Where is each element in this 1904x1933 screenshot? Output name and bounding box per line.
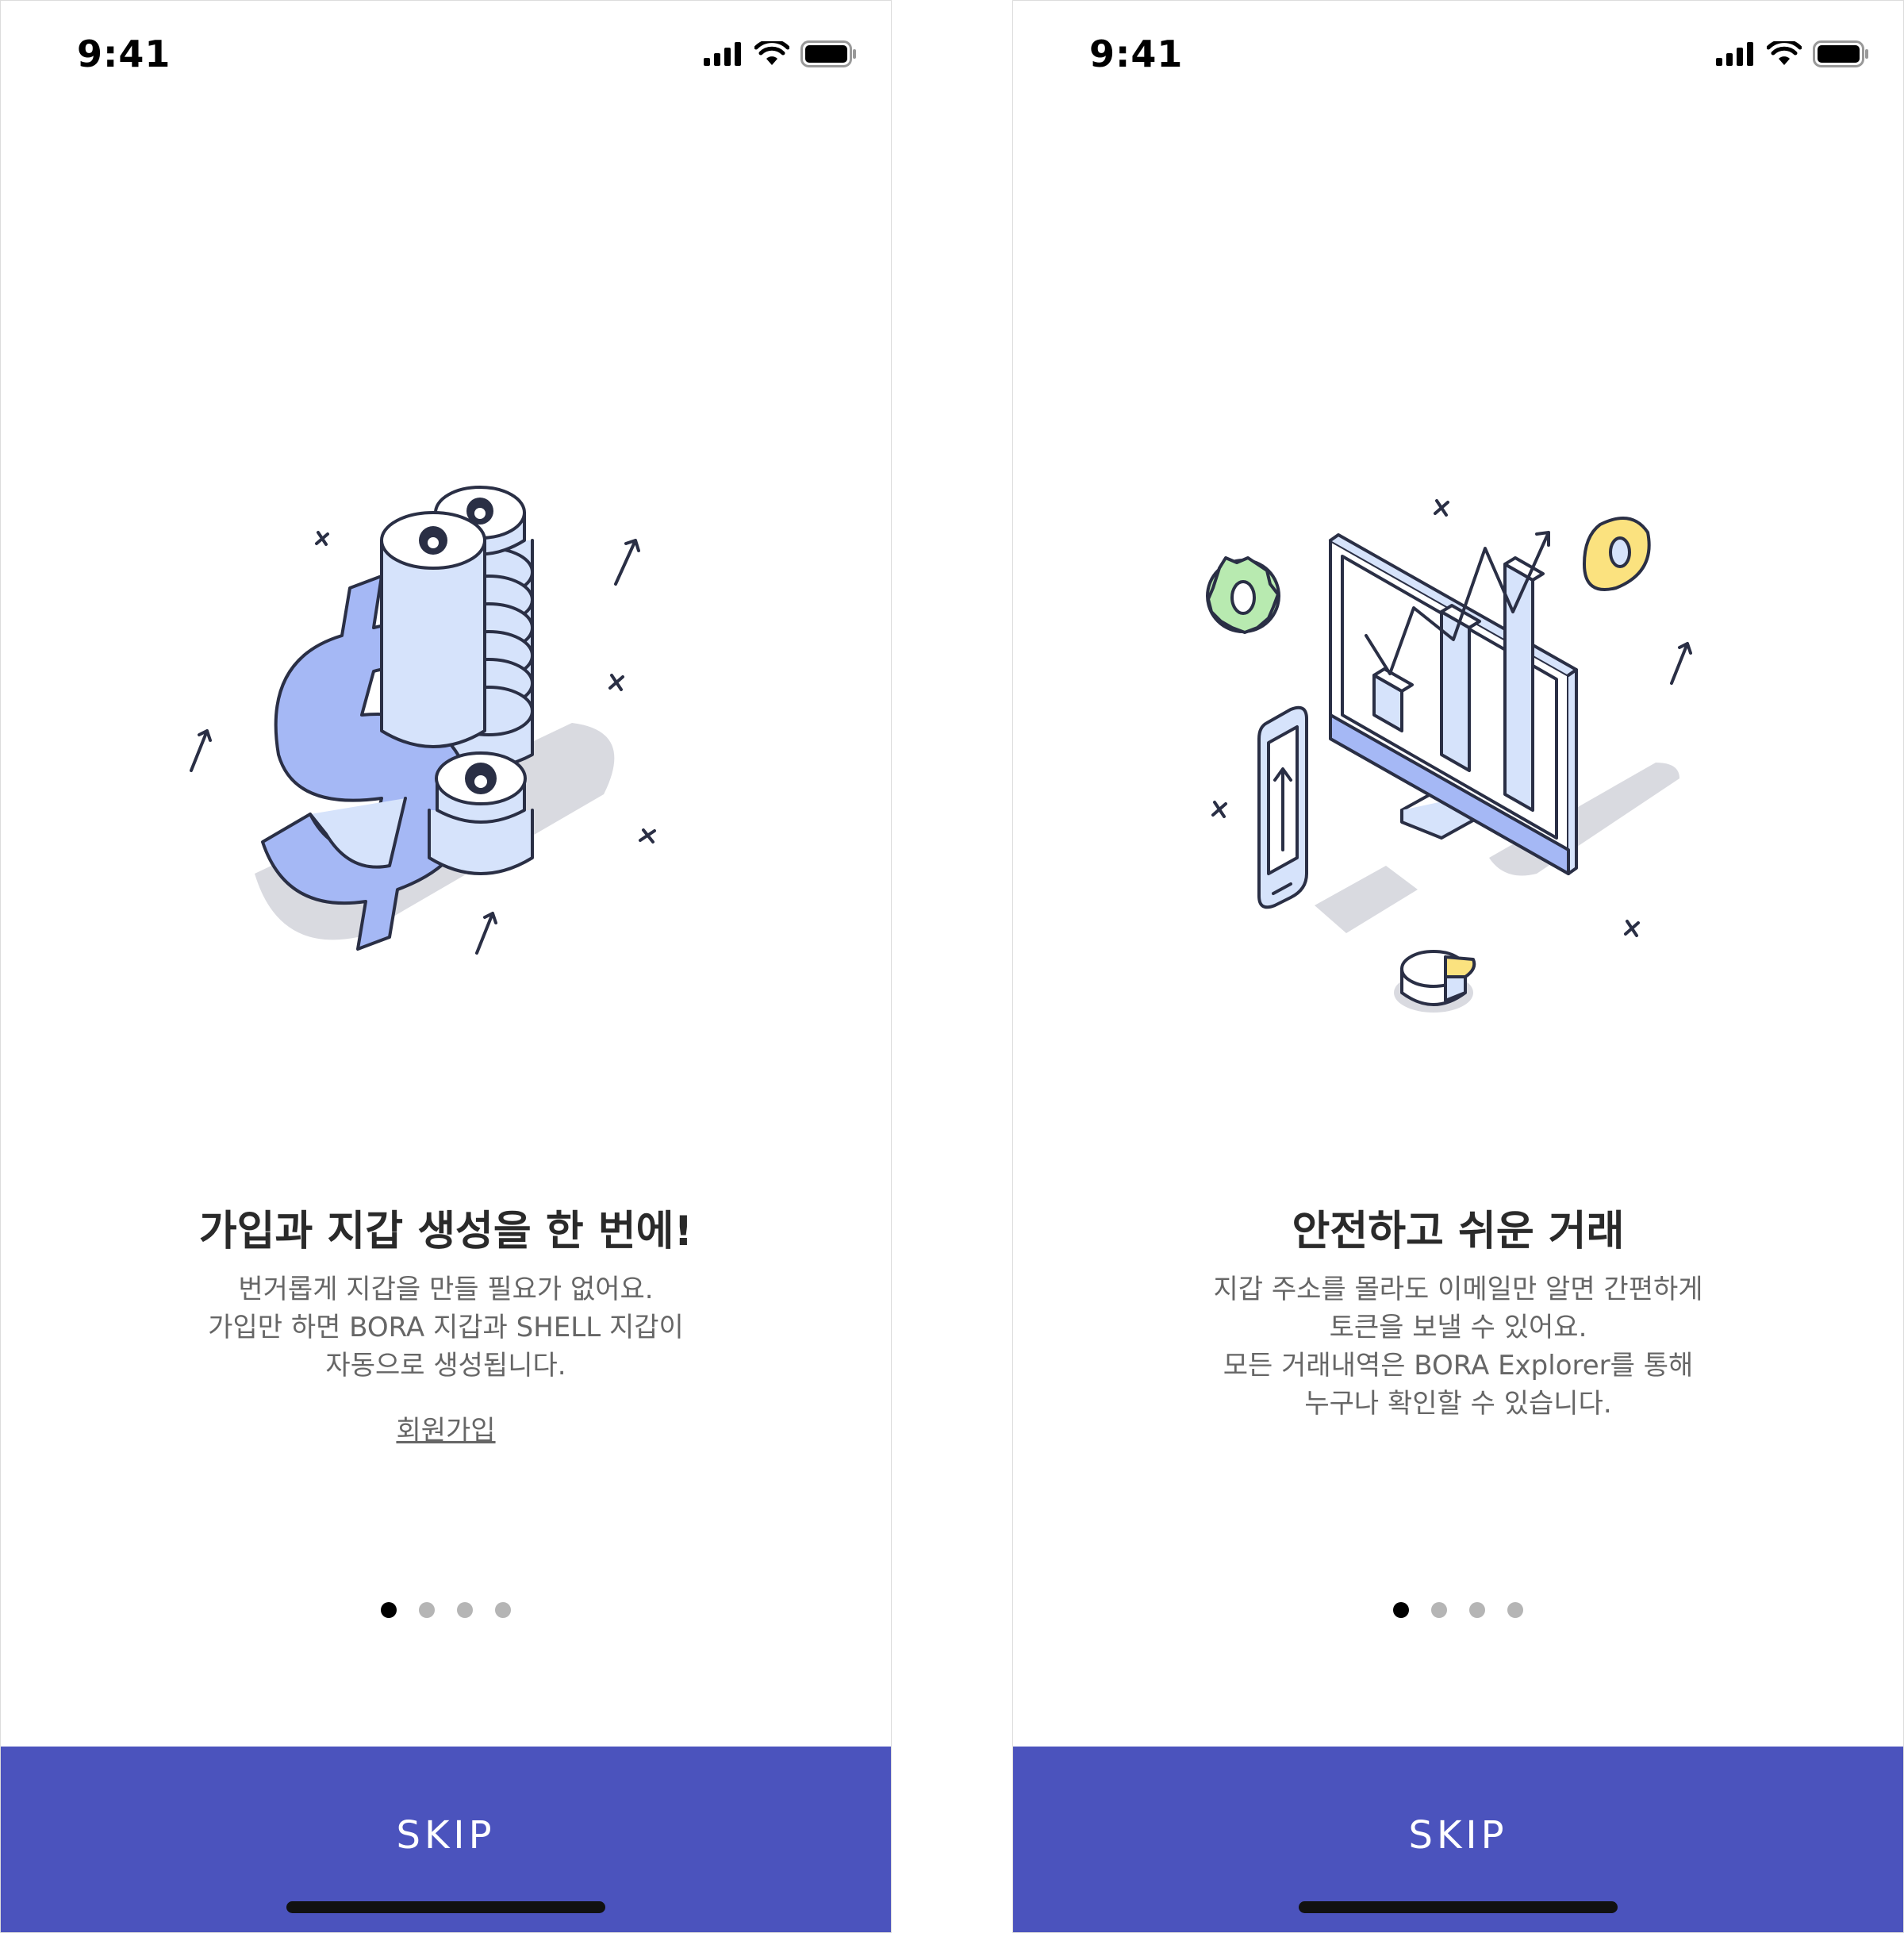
battery-icon — [1813, 40, 1868, 67]
description-line: 지갑 주소를 몰라도 이메일만 알면 간편하게 — [1213, 1274, 1703, 1305]
status-time: 9:41 — [77, 33, 171, 75]
description-line: 자동으로 생성됩니다. — [325, 1350, 566, 1382]
skip-button-label: SKIP — [396, 1813, 496, 1858]
signup-link[interactable]: 회원가입 — [396, 1415, 495, 1447]
onboarding-screen-1: 9:41 가입과 지갑 생성을 한 번에! 번거롭게 지갑을 만들 필요가 없어… — [0, 0, 892, 1933]
skip-button[interactable]: SKIP — [1, 1747, 891, 1932]
status-icons — [704, 40, 858, 67]
coins-dollar-graphic — [190, 486, 656, 955]
skip-button-label: SKIP — [1408, 1813, 1508, 1858]
page-dot[interactable] — [1507, 1602, 1523, 1618]
page-description: 번거롭게 지갑을 만들 필요가 없어요. 가입만 하면 BORA 지갑과 SHE… — [1, 1270, 891, 1385]
page-dot[interactable] — [457, 1602, 473, 1618]
description-line: 토큰을 보낼 수 있어요. — [1329, 1312, 1587, 1343]
monitor-chart-graphic — [1206, 499, 1692, 1013]
description-line: 모든 거래내역은 BORA Explorer를 통해 — [1223, 1350, 1694, 1382]
cellular-signal-icon — [704, 42, 741, 66]
description-line: 번거롭게 지갑을 만들 필요가 없어요. — [238, 1274, 654, 1305]
page-dot-active[interactable] — [1393, 1602, 1409, 1618]
description-line: 누구나 확인할 수 있습니다. — [1304, 1388, 1612, 1420]
coins-dollar-illustration — [159, 461, 731, 1032]
signup-link-container: 회원가입 — [1, 1408, 891, 1447]
wifi-icon — [754, 41, 789, 65]
home-indicator[interactable] — [1299, 1901, 1618, 1913]
wifi-icon — [1767, 41, 1802, 65]
cellular-signal-icon — [1716, 42, 1753, 66]
page-dot-active[interactable] — [381, 1602, 397, 1618]
page-title: 가입과 지갑 생성을 한 번에! — [198, 1208, 693, 1255]
page-indicator — [1, 1602, 891, 1618]
status-time: 9:41 — [1089, 33, 1184, 75]
page-title: 안전하고 쉬운 거래 — [1292, 1208, 1625, 1255]
status-bar: 9:41 — [1, 1, 891, 112]
page-dot[interactable] — [1431, 1602, 1447, 1618]
page-dot[interactable] — [419, 1602, 435, 1618]
monitor-chart-illustration — [1172, 461, 1743, 1032]
description-line: 가입만 하면 BORA 지갑과 SHELL 지갑이 — [208, 1312, 684, 1343]
skip-button[interactable]: SKIP — [1013, 1747, 1903, 1932]
page-description: 지갑 주소를 몰라도 이메일만 알면 간편하게 토큰을 보낼 수 있어요. 모든… — [1013, 1270, 1903, 1423]
page-dot[interactable] — [1469, 1602, 1485, 1618]
page-indicator — [1013, 1602, 1903, 1618]
status-icons — [1716, 40, 1870, 67]
onboarding-screen-2: 9:41 안전하고 쉬운 거래 지갑 주소를 몰라도 이메일만 알면 간편하게 … — [1012, 0, 1904, 1933]
home-indicator[interactable] — [286, 1901, 605, 1913]
battery-icon — [800, 40, 856, 67]
status-bar: 9:41 — [1013, 1, 1903, 112]
page-dot[interactable] — [495, 1602, 511, 1618]
